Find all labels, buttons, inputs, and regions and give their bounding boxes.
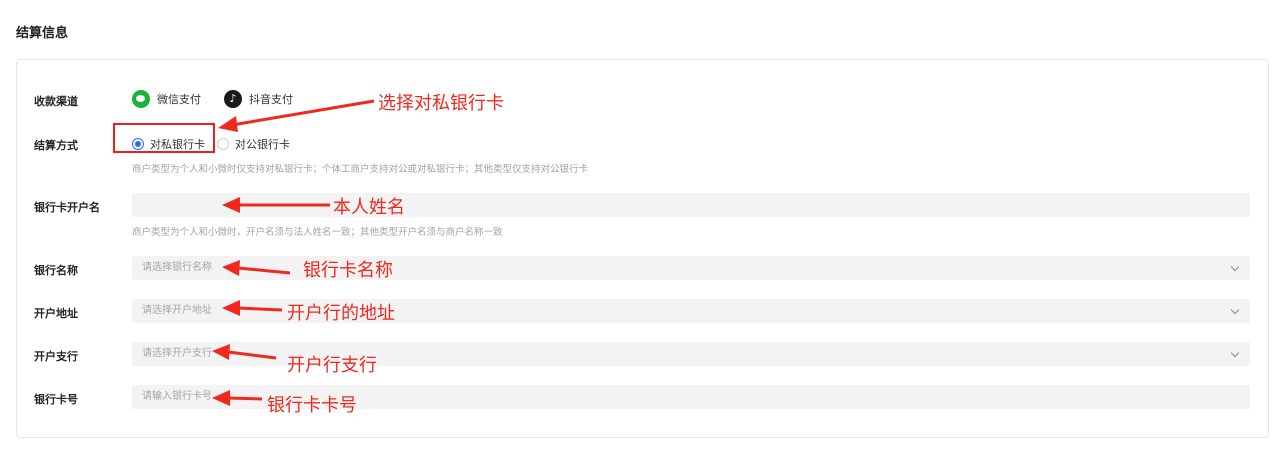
annotation-arrows [212, 99, 375, 406]
annotation-card-number: 银行卡卡号 [267, 395, 357, 416]
annotation-bank-branch: 开户行支行 [287, 355, 377, 376]
annotation-own-name: 本人姓名 [333, 197, 405, 218]
annotation-select-private-card: 选择对私银行卡 [378, 93, 504, 114]
annotation-bank-card-name: 银行卡名称 [303, 260, 393, 281]
annotation-bank-address: 开户行的地址 [287, 303, 395, 324]
